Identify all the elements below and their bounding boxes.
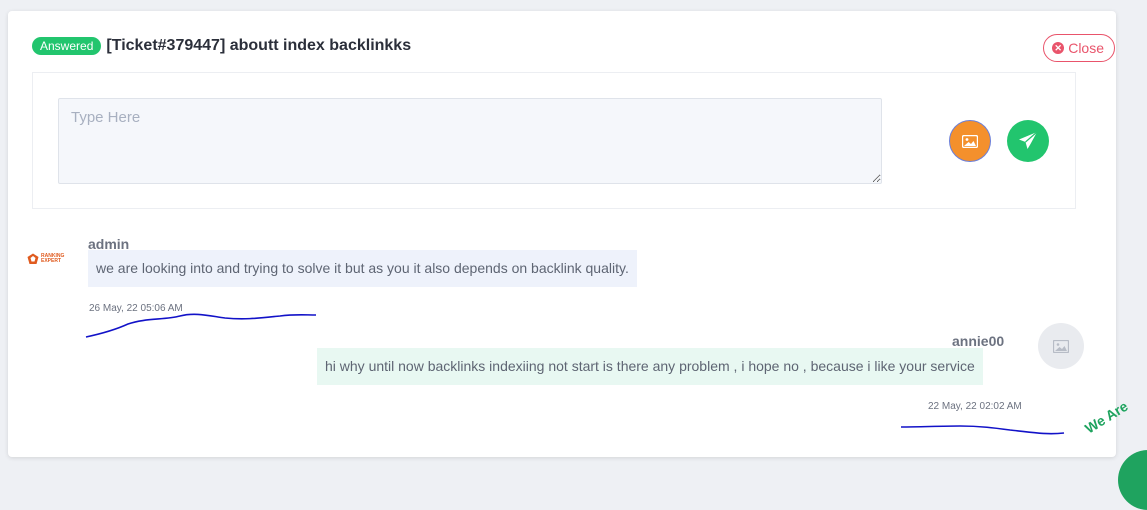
ticket-title: [Ticket#379447] aboutt index backlinkks	[106, 37, 412, 54]
admin-avatar: RANKING EXPERT	[22, 236, 72, 282]
timestamp-user: 22 May, 22 02:02 AM	[928, 401, 1022, 412]
image-placeholder-icon	[1053, 339, 1069, 353]
paper-plane-icon	[1019, 131, 1038, 149]
timestamp-admin: 26 May, 22 05:06 AM	[89, 303, 183, 314]
close-label: Close	[1068, 40, 1104, 56]
ranking-expert-logo	[27, 253, 39, 264]
image-icon	[962, 134, 978, 148]
status-badge: Answered	[32, 37, 102, 55]
ticket-header: Answered [Ticket#379447] aboutt index ba…	[32, 37, 411, 55]
message-bubble-admin: we are looking into and trying to solve …	[88, 250, 637, 287]
user-avatar	[1038, 323, 1084, 369]
reply-textarea[interactable]	[58, 98, 882, 184]
attach-image-button[interactable]	[949, 120, 991, 162]
logo-text: RANKING EXPERT	[41, 253, 65, 264]
close-circle-icon: ✕	[1052, 42, 1065, 54]
message-bubble-user: hi why until now backlinks indexiing not…	[317, 348, 983, 385]
reply-panel	[32, 72, 1076, 209]
chat-widget-button[interactable]	[1118, 450, 1147, 510]
send-button[interactable]	[1007, 120, 1049, 162]
sender-user: annie00	[952, 333, 1005, 349]
close-button[interactable]: ✕ Close	[1043, 34, 1115, 62]
